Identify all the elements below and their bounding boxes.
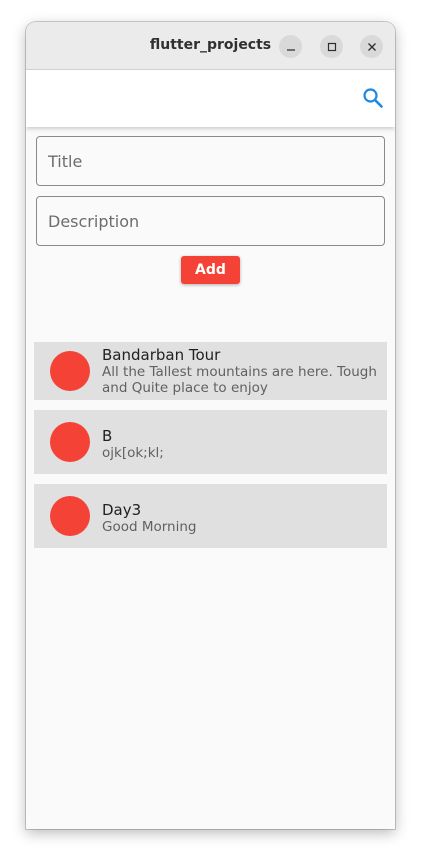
note-title: Bandarban Tour xyxy=(102,346,221,364)
description-input[interactable] xyxy=(36,196,385,246)
close-button[interactable] xyxy=(360,35,383,58)
minimize-icon xyxy=(286,48,295,51)
add-button[interactable]: Add xyxy=(181,256,240,284)
note-card[interactable]: Bandarban Tour All the Tallest mountains… xyxy=(34,342,387,400)
note-title: Day3 xyxy=(102,501,142,519)
note-description: ojk[ok;kl; xyxy=(102,445,164,461)
avatar xyxy=(50,351,90,391)
search-button[interactable] xyxy=(361,86,385,110)
note-card[interactable]: B ojk[ok;kl; xyxy=(34,410,387,474)
note-description: All the Tallest mountains are here. Toug… xyxy=(102,364,377,396)
search-icon xyxy=(363,88,383,108)
app-bar xyxy=(26,70,395,127)
avatar xyxy=(50,496,90,536)
close-icon xyxy=(367,42,376,51)
maximize-button[interactable] xyxy=(320,35,343,58)
minimize-button[interactable] xyxy=(279,35,302,58)
note-description: Good Morning xyxy=(102,519,197,535)
avatar xyxy=(50,422,90,462)
app-window: flutter_projects Add Bandarban Tour All … xyxy=(26,22,395,829)
note-card[interactable]: Day3 Good Morning xyxy=(34,484,387,548)
note-title: B xyxy=(102,427,113,445)
maximize-icon xyxy=(327,42,336,51)
title-input[interactable] xyxy=(36,136,385,186)
window-titlebar[interactable]: flutter_projects xyxy=(26,22,395,70)
